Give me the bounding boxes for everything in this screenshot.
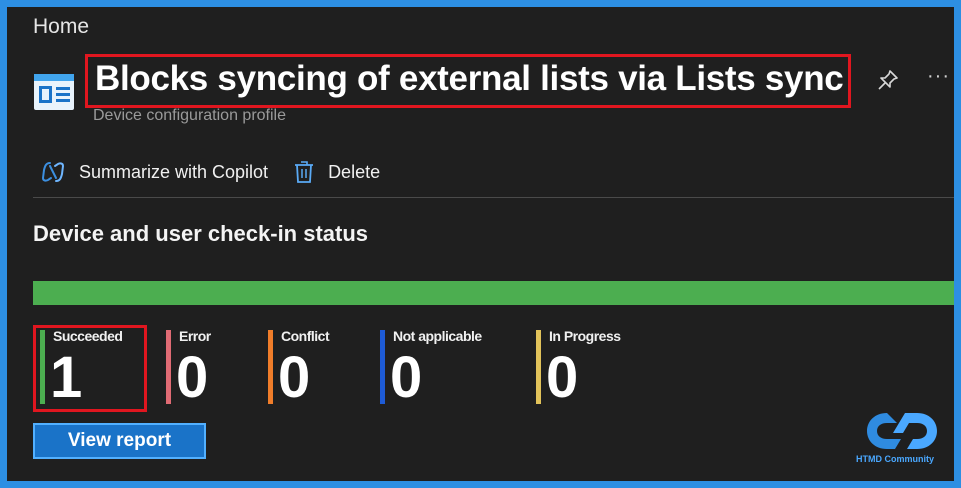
trash-icon	[295, 161, 314, 183]
command-bar: Summarize with Copilot Delete	[41, 157, 406, 187]
copilot-icon	[41, 162, 65, 182]
divider	[33, 197, 954, 198]
page-subtitle: Device configuration profile	[93, 107, 286, 124]
breadcrumb-home[interactable]: Home	[33, 15, 89, 39]
view-report-button[interactable]: View report	[33, 423, 206, 459]
stat-label: Error	[179, 328, 211, 344]
stat-color-bar	[268, 330, 273, 404]
summarize-copilot-button[interactable]: Summarize with Copilot	[41, 160, 268, 184]
stat-label: Conflict	[281, 328, 330, 344]
watermark-text: HTMD Community	[856, 454, 934, 464]
section-title: Device and user check-in status	[33, 221, 369, 246]
device-config-profile-icon	[34, 74, 74, 110]
page-title: Blocks syncing of external lists via Lis…	[95, 59, 844, 98]
stat-color-bar	[380, 330, 385, 404]
stat-value: 0	[278, 345, 311, 410]
delete-label: Delete	[328, 161, 381, 182]
checkin-status-bar	[33, 281, 954, 305]
stat-value: 0	[176, 345, 209, 410]
more-options-icon[interactable]: ···	[927, 65, 950, 88]
stat-color-bar	[40, 330, 45, 404]
stat-value: 0	[546, 345, 579, 410]
stat-label: Not applicable	[393, 328, 482, 344]
succeeded-fill	[33, 281, 954, 305]
stat-value: 0	[390, 345, 423, 410]
stat-label: Succeeded	[53, 328, 123, 344]
delete-button[interactable]: Delete	[294, 160, 380, 184]
stat-color-bar	[166, 330, 171, 404]
profile-panel: Home Blocks syncing of external lists vi…	[7, 7, 954, 481]
stat-value: 1	[50, 345, 83, 410]
pin-icon[interactable]	[877, 69, 899, 91]
stat-label: In Progress	[549, 328, 621, 344]
summarize-label: Summarize with Copilot	[79, 161, 269, 182]
stat-color-bar	[536, 330, 541, 404]
